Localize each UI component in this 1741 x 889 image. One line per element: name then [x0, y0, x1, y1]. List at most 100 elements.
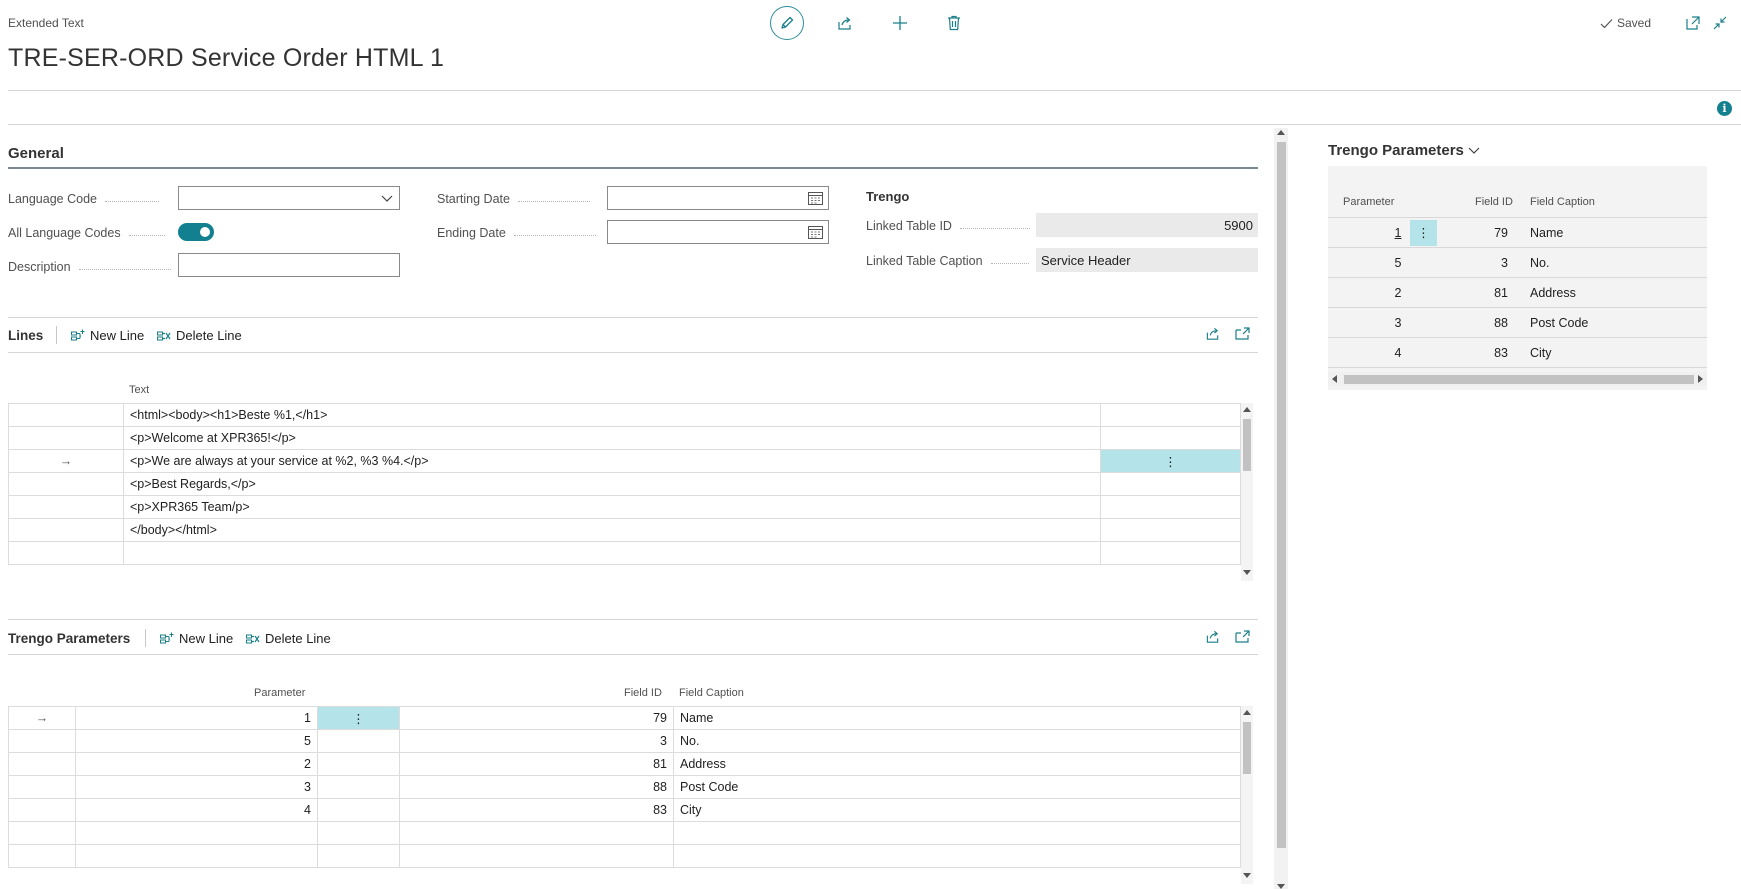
- lines-share-icon[interactable]: [1205, 326, 1221, 341]
- table-row[interactable]: → 1 ⋮ 79 Name: [8, 706, 1241, 730]
- row-action-cell[interactable]: [317, 752, 400, 776]
- collapse-button[interactable]: [1703, 6, 1737, 40]
- linked-table-id-label: Linked Table ID: [866, 219, 1030, 233]
- table-row-empty[interactable]: [8, 821, 1241, 845]
- params-new-line-button[interactable]: New Line: [160, 631, 233, 646]
- params-delete-line-button[interactable]: Delete Line: [246, 631, 331, 646]
- empty-cell[interactable]: [75, 821, 318, 845]
- factbox-title[interactable]: Trengo Parameters: [1328, 142, 1480, 159]
- factbox-hscrollbar[interactable]: [1328, 372, 1707, 386]
- line-text-cell[interactable]: <p>Best Regards,</p>: [123, 472, 1101, 496]
- row-action-cell[interactable]: [1100, 426, 1241, 450]
- new-button[interactable]: [883, 6, 917, 40]
- row-action-cell[interactable]: ⋮: [1100, 449, 1241, 473]
- factbox-column-parameter: Parameter: [1343, 196, 1395, 208]
- parameter-cell[interactable]: 5: [75, 729, 318, 753]
- label-leader: [128, 234, 165, 236]
- field-id-cell[interactable]: 3: [399, 729, 674, 753]
- field-id-cell[interactable]: 79: [399, 706, 674, 730]
- table-row[interactable]: <p>Best Regards,</p>: [8, 472, 1241, 496]
- starting-date-input[interactable]: [607, 186, 829, 210]
- params-share-icon[interactable]: [1205, 629, 1221, 644]
- label-leader: [959, 227, 1030, 229]
- lines-scrollbar[interactable]: [1241, 403, 1253, 581]
- table-row-empty[interactable]: [8, 541, 1241, 565]
- field-caption-cell: No.: [673, 729, 1241, 753]
- row-action-cell[interactable]: [317, 798, 400, 822]
- info-icon[interactable]: i: [1717, 101, 1732, 116]
- params-expand-icon[interactable]: [1235, 629, 1251, 644]
- empty-cell[interactable]: [399, 844, 674, 868]
- general-section-title: General: [8, 145, 64, 162]
- params-header-divider: [8, 654, 1258, 655]
- line-text-cell[interactable]: <p>We are always at your service at %2, …: [123, 449, 1101, 473]
- empty-cell[interactable]: [123, 541, 1101, 565]
- factbox-row[interactable]: 3 88 Post Code: [1328, 308, 1707, 338]
- line-text-cell[interactable]: <html><body><h1>Beste %1,</h1>: [123, 403, 1101, 427]
- row-action-cell[interactable]: [317, 729, 400, 753]
- calendar-icon[interactable]: [808, 191, 823, 205]
- row-indicator: [8, 798, 76, 822]
- language-code-select[interactable]: [178, 186, 400, 210]
- line-text-cell[interactable]: <p>Welcome at XPR365!</p>: [123, 426, 1101, 450]
- empty-cell[interactable]: [75, 844, 318, 868]
- field-id-cell[interactable]: 88: [399, 775, 674, 799]
- table-row[interactable]: → <p>We are always at your service at %2,…: [8, 449, 1241, 473]
- table-row[interactable]: 4 83 City: [8, 798, 1241, 822]
- new-line-icon: [160, 632, 174, 645]
- ellipsis-vertical-icon[interactable]: ⋮: [1164, 455, 1177, 469]
- ending-date-input[interactable]: [607, 220, 829, 244]
- label-leader: [517, 200, 590, 202]
- lines-new-line-button[interactable]: New Line: [71, 328, 144, 343]
- ellipsis-vertical-icon[interactable]: ⋮: [1410, 220, 1437, 246]
- calendar-icon[interactable]: [808, 225, 823, 239]
- row-action-cell[interactable]: [1100, 403, 1241, 427]
- row-indicator: [8, 472, 124, 496]
- parameter-cell[interactable]: 2: [75, 752, 318, 776]
- field-id-cell[interactable]: 83: [399, 798, 674, 822]
- ellipsis-vertical-icon[interactable]: ⋮: [352, 712, 365, 726]
- row-action-cell[interactable]: [1100, 472, 1241, 496]
- language-code-label-text: Language Code: [8, 192, 97, 206]
- factbox-panel: Parameter Field ID Field Caption 1 ⋮ 79 Nam…: [1328, 166, 1707, 390]
- empty-cell[interactable]: [399, 821, 674, 845]
- parameter-cell[interactable]: 4: [75, 798, 318, 822]
- table-row[interactable]: <html><body><h1>Beste %1,</h1>: [8, 403, 1241, 427]
- description-input[interactable]: [178, 253, 400, 277]
- line-text-cell[interactable]: <p>XPR365 Team/p>: [123, 495, 1101, 519]
- edit-button[interactable]: [770, 6, 804, 40]
- parameter-cell[interactable]: 1: [75, 706, 318, 730]
- row-action-cell[interactable]: [317, 775, 400, 799]
- main-scrollbar[interactable]: [1274, 128, 1288, 889]
- factbox-parameter: 3: [1394, 316, 1402, 330]
- params-delete-line-label: Delete Line: [265, 631, 331, 646]
- factbox-parameter[interactable]: 1: [1388, 226, 1408, 240]
- factbox-row[interactable]: 4 83 City: [1328, 338, 1707, 368]
- delete-button[interactable]: [937, 6, 971, 40]
- table-row[interactable]: <p>XPR365 Team/p>: [8, 495, 1241, 519]
- row-action-cell[interactable]: ⋮: [317, 706, 400, 730]
- lines-header-divider: [8, 352, 1258, 353]
- factbox-row[interactable]: 1 ⋮ 79 Name: [1328, 218, 1707, 248]
- line-text-cell[interactable]: </body></html>: [123, 518, 1101, 542]
- table-row-empty[interactable]: [8, 844, 1241, 868]
- table-row[interactable]: 3 88 Post Code: [8, 775, 1241, 799]
- parameter-cell[interactable]: 3: [75, 775, 318, 799]
- factbox-row[interactable]: 5 3 No.: [1328, 248, 1707, 278]
- lines-expand-icon[interactable]: [1235, 326, 1251, 341]
- field-id-cell[interactable]: 81: [399, 752, 674, 776]
- table-row[interactable]: 5 3 No.: [8, 729, 1241, 753]
- params-scrollbar[interactable]: [1241, 706, 1253, 884]
- all-language-codes-toggle[interactable]: [178, 223, 214, 241]
- factbox-row[interactable]: 2 81 Address: [1328, 278, 1707, 308]
- table-row[interactable]: <p>Welcome at XPR365!</p>: [8, 426, 1241, 450]
- row-action-cell[interactable]: [1100, 518, 1241, 542]
- lines-column-text: Text: [129, 384, 150, 396]
- share-button[interactable]: [828, 6, 862, 40]
- table-row[interactable]: 2 81 Address: [8, 752, 1241, 776]
- table-row[interactable]: </body></html>: [8, 518, 1241, 542]
- row-action-cell[interactable]: [1100, 495, 1241, 519]
- params-table: → 1 ⋮ 79 Name 5 3 No. 2 81 Address 3 88 Post Code 4 83 C…: [8, 706, 1241, 868]
- empty-cell: [8, 821, 76, 845]
- lines-delete-line-button[interactable]: Delete Line: [157, 328, 242, 343]
